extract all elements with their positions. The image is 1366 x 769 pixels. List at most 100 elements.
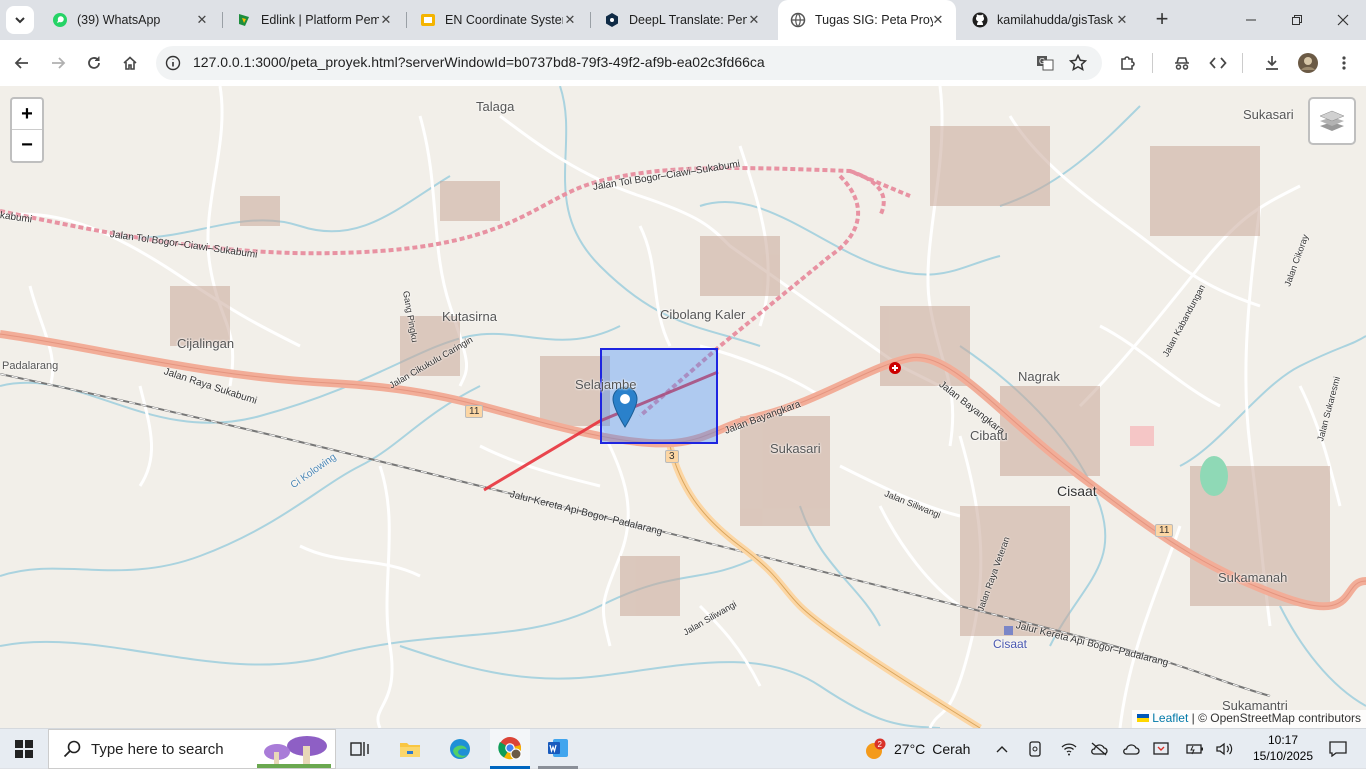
layers-control-button[interactable] bbox=[1308, 97, 1356, 145]
leaflet-link[interactable]: Leaflet bbox=[1152, 711, 1188, 725]
tab-github[interactable]: kamilahudda/gisTask ✕ bbox=[960, 0, 1140, 40]
weather-widget[interactable]: 2 27°C Cerah bbox=[862, 729, 972, 769]
close-window-button[interactable] bbox=[1320, 0, 1366, 40]
devtools-button[interactable] bbox=[1204, 49, 1232, 77]
leaflet-map[interactable]: Talaga Sukasari Kutasirna Cibolang Kaler… bbox=[0, 86, 1366, 728]
wifi-icon bbox=[1061, 743, 1077, 756]
place-label: Padalarang bbox=[2, 360, 59, 372]
translate-icon[interactable]: G bbox=[1036, 54, 1054, 72]
word-icon bbox=[548, 738, 568, 757]
route-shield: 3 bbox=[665, 450, 679, 463]
volume-status[interactable] bbox=[1214, 729, 1236, 769]
zoom-in-button[interactable]: + bbox=[12, 99, 42, 130]
show-hidden-icons-button[interactable] bbox=[990, 729, 1014, 769]
avatar bbox=[1298, 53, 1318, 73]
home-button[interactable] bbox=[116, 49, 144, 77]
edlink-icon bbox=[236, 12, 252, 28]
wifi-status[interactable] bbox=[1058, 729, 1080, 769]
edge-button[interactable] bbox=[440, 729, 480, 769]
onedrive-status[interactable] bbox=[1120, 729, 1142, 769]
restore-icon bbox=[1292, 15, 1302, 25]
arrow-left-icon bbox=[14, 57, 28, 69]
tray-app-icon[interactable] bbox=[1150, 729, 1172, 769]
tab-title: EN Coordinate Systen bbox=[445, 13, 563, 27]
forward-button[interactable] bbox=[44, 49, 72, 77]
tab-deepl[interactable]: DeepL Translate: Pen ✕ bbox=[592, 0, 772, 40]
task-view-icon bbox=[350, 742, 369, 756]
clock-date: 15/10/2025 bbox=[1252, 749, 1314, 763]
place-label: Talaga bbox=[476, 99, 515, 114]
chevron-up-icon bbox=[996, 746, 1008, 753]
tab-edlink[interactable]: Edlink | Platform Pem ✕ bbox=[224, 0, 404, 40]
place-label: Sukamanah bbox=[1218, 570, 1288, 585]
zoom-out-button[interactable]: − bbox=[12, 130, 42, 161]
close-tab-icon[interactable]: ✕ bbox=[746, 12, 762, 28]
tab-whatsapp[interactable]: (39) WhatsApp ✕ bbox=[40, 0, 220, 40]
tab-search-button[interactable] bbox=[6, 6, 34, 34]
route-shield: 11 bbox=[465, 405, 484, 418]
close-tab-icon[interactable]: ✕ bbox=[930, 12, 946, 28]
weather-condition: Cerah bbox=[932, 741, 971, 757]
search-placeholder: Type here to search bbox=[91, 740, 224, 758]
start-button[interactable] bbox=[0, 729, 48, 769]
tab-tugas-sig[interactable]: Tugas SIG: Peta Proye ✕ bbox=[778, 0, 956, 40]
kebab-menu-icon bbox=[1342, 56, 1346, 70]
phone-link-icon bbox=[1029, 741, 1041, 757]
reload-button[interactable] bbox=[80, 49, 108, 77]
word-button[interactable] bbox=[538, 729, 578, 769]
url-text: 127.0.0.1:3000/peta_proyek.html?serverWi… bbox=[193, 54, 765, 70]
globe-icon bbox=[790, 12, 806, 28]
incognito-icon bbox=[1175, 57, 1189, 70]
tab-title: Edlink | Platform Pem bbox=[261, 13, 379, 27]
close-tab-icon[interactable]: ✕ bbox=[562, 12, 578, 28]
svg-text:G: G bbox=[1039, 57, 1045, 66]
notifications-button[interactable] bbox=[1318, 729, 1358, 769]
file-explorer-button[interactable] bbox=[390, 729, 430, 769]
flag-icon bbox=[1137, 714, 1150, 722]
place-label: Cisaat bbox=[1057, 483, 1097, 499]
attribution-text: | © OpenStreetMap contributors bbox=[1191, 711, 1361, 725]
extensions-button[interactable] bbox=[1114, 49, 1142, 77]
close-tab-icon[interactable]: ✕ bbox=[1114, 12, 1130, 28]
taskbar-clock[interactable]: 10:17 15/10/2025 bbox=[1248, 732, 1318, 764]
bookmark-star-icon[interactable] bbox=[1069, 54, 1087, 72]
download-icon bbox=[1266, 56, 1278, 70]
chrome-icon bbox=[498, 736, 522, 759]
tray-device-icon[interactable] bbox=[1024, 729, 1046, 769]
weather-temp: 27°C bbox=[894, 741, 926, 757]
map-marker-icon[interactable] bbox=[612, 386, 638, 428]
sync-status[interactable] bbox=[1088, 729, 1110, 769]
new-tab-button[interactable]: + bbox=[1150, 8, 1174, 32]
station-label: Cisaat bbox=[993, 637, 1028, 651]
place-label: Nagrak bbox=[1018, 369, 1060, 384]
zoom-control: + − bbox=[10, 97, 44, 163]
chrome-button[interactable] bbox=[490, 729, 530, 769]
route-shield: 11 bbox=[1155, 524, 1174, 537]
sun-icon: 2 bbox=[866, 738, 886, 759]
battery-status[interactable] bbox=[1184, 729, 1206, 769]
incognito-button[interactable] bbox=[1168, 49, 1196, 77]
task-view-button[interactable] bbox=[340, 729, 380, 769]
downloads-button[interactable] bbox=[1258, 49, 1286, 77]
arrow-right-icon bbox=[52, 57, 66, 69]
folder-icon bbox=[400, 743, 420, 757]
clock-time: 10:17 bbox=[1267, 733, 1299, 747]
tab-coordinate-system[interactable]: EN Coordinate Systen ✕ bbox=[408, 0, 588, 40]
speaker-icon bbox=[1216, 742, 1233, 756]
place-label: Cibolang Kaler bbox=[660, 307, 746, 322]
taskbar-search[interactable]: Type here to search bbox=[48, 729, 336, 769]
close-tab-icon[interactable]: ✕ bbox=[194, 12, 210, 28]
profile-avatar[interactable] bbox=[1294, 49, 1322, 77]
menu-button[interactable] bbox=[1330, 49, 1358, 77]
place-label: Kutasirna bbox=[442, 309, 497, 324]
close-tab-icon[interactable]: ✕ bbox=[378, 12, 394, 28]
windows-icon bbox=[15, 740, 33, 758]
address-bar[interactable]: 127.0.0.1:3000/peta_proyek.html?serverWi… bbox=[156, 46, 1102, 80]
minimize-button[interactable] bbox=[1228, 0, 1274, 40]
close-icon bbox=[1337, 14, 1349, 26]
browser-toolbar: 127.0.0.1:3000/peta_proyek.html?serverWi… bbox=[0, 40, 1366, 86]
chevron-down-icon bbox=[15, 17, 25, 24]
back-button[interactable] bbox=[8, 49, 36, 77]
restore-button[interactable] bbox=[1274, 0, 1320, 40]
puzzle-icon bbox=[1121, 56, 1135, 70]
